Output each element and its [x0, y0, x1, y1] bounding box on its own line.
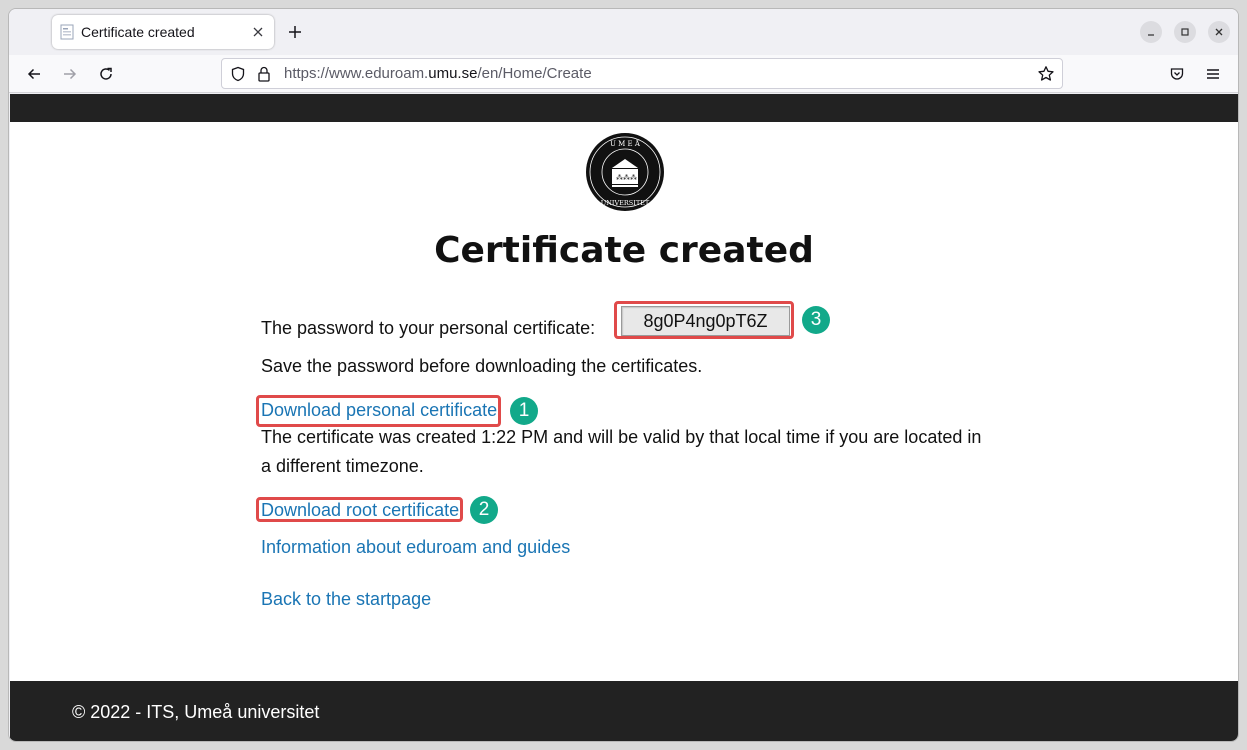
validity-text-line1: The certificate was created 1:22 PM and …: [261, 427, 982, 447]
highlight-box-3: [614, 301, 794, 339]
shield-icon[interactable]: [230, 66, 246, 87]
tab-title: Certificate created: [81, 24, 195, 40]
highlight-box-1: [256, 395, 501, 427]
svg-text:U M E Å: U M E Å: [610, 139, 641, 148]
maximize-icon[interactable]: [1174, 21, 1196, 43]
badge-1: 1: [510, 397, 538, 425]
lock-icon[interactable]: [257, 66, 271, 87]
reload-icon[interactable]: [95, 63, 117, 85]
save-notice: Save the password before downloading the…: [261, 356, 703, 376]
tab-strip: Certificate created: [9, 9, 1238, 55]
url-text[interactable]: https://www.eduroam.umu.se/en/Home/Creat…: [284, 65, 592, 82]
pocket-icon[interactable]: [1166, 63, 1188, 85]
back-to-startpage-link[interactable]: Back to the startpage: [261, 589, 431, 610]
footer-copyright: © 2022 - ITS, Umeå universitet: [72, 702, 320, 722]
close-window-icon[interactable]: [1208, 21, 1230, 43]
bookmark-star-icon[interactable]: [1037, 65, 1055, 88]
page-viewport: ⁂⁂⁂ U M E Å UNIVERSITET Certificate crea…: [10, 94, 1238, 741]
badge-2: 2: [470, 496, 498, 524]
minimize-icon[interactable]: [1140, 21, 1162, 43]
highlight-box-2: [256, 497, 463, 522]
footer: © 2022 - ITS, Umeå universitet: [10, 681, 1238, 741]
forward-arrow-icon[interactable]: [59, 63, 81, 85]
badge-3: 3: [802, 306, 830, 334]
browser-window: Certificate created https://www.eduroam.…: [8, 8, 1239, 742]
close-tab-icon[interactable]: [250, 24, 266, 40]
password-label: The password to your personal certificat…: [261, 318, 596, 338]
url-bar[interactable]: https://www.eduroam.umu.se/en/Home/Creat…: [221, 58, 1063, 89]
svg-text:⁂⁂⁂: ⁂⁂⁂: [616, 174, 637, 182]
umea-university-logo: ⁂⁂⁂ U M E Å UNIVERSITET: [585, 132, 665, 212]
back-arrow-icon[interactable]: [23, 63, 45, 85]
page-title: Certificate created: [434, 230, 814, 271]
page-icon: [60, 24, 74, 40]
menu-hamburger-icon[interactable]: [1202, 63, 1224, 85]
new-tab-icon[interactable]: [285, 22, 305, 42]
svg-text:UNIVERSITET: UNIVERSITET: [601, 199, 650, 207]
navigation-toolbar: https://www.eduroam.umu.se/en/Home/Creat…: [9, 55, 1238, 93]
header-band: [10, 94, 1238, 122]
tab-certificate-created[interactable]: Certificate created: [52, 15, 274, 49]
eduroam-info-link[interactable]: Information about eduroam and guides: [261, 537, 570, 558]
validity-text-line2: a different timezone.: [261, 456, 424, 476]
